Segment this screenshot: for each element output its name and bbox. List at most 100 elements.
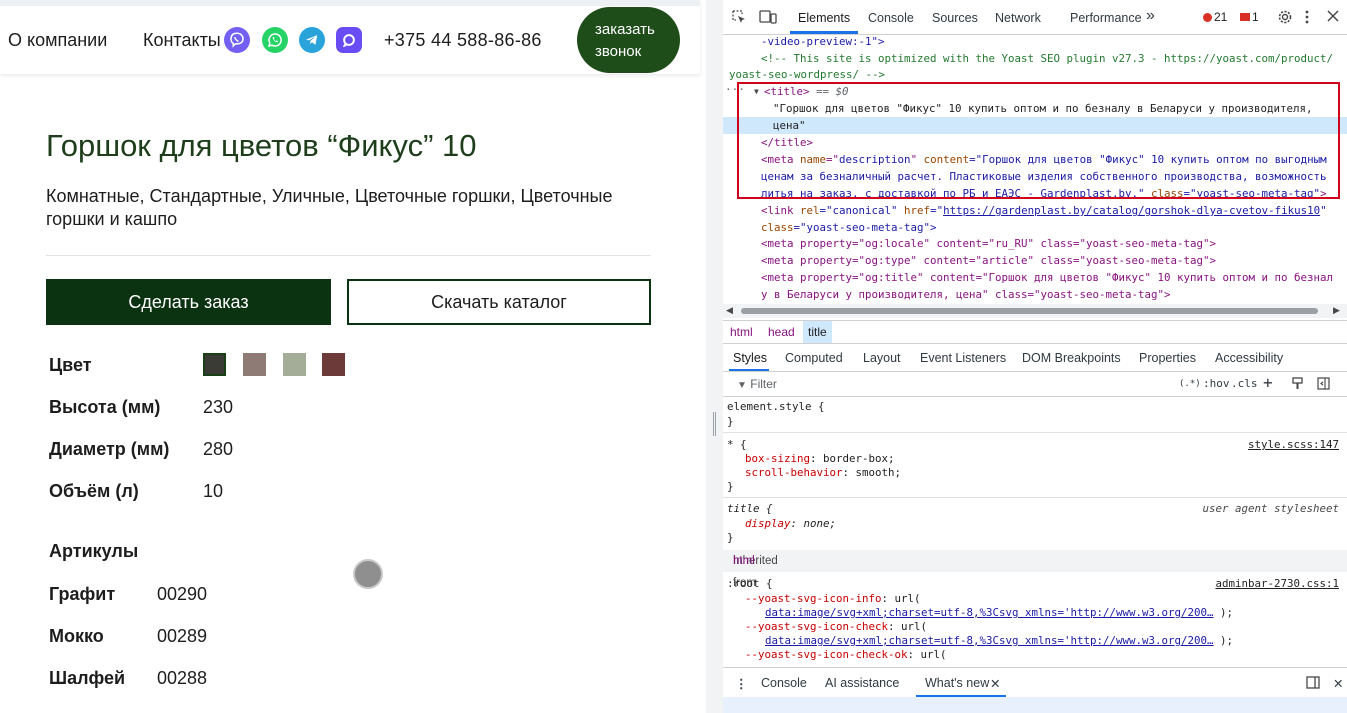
divider [46, 255, 651, 256]
callback-request-button[interactable]: заказать звонок [577, 7, 680, 73]
meta-og-title-tag[interactable]: <meta property="og:title" content="Горшо… [761, 270, 1333, 287]
tab-sources[interactable]: Sources [932, 11, 978, 25]
issue-icon [1240, 13, 1250, 21]
universal-selector[interactable]: * { [727, 438, 747, 452]
link-canonical-cont: class="yoast-seo-meta-tag"> [761, 221, 937, 234]
css-declaration[interactable]: scroll-behavior: smooth; [745, 466, 901, 480]
phone-number-link[interactable]: +375 44 588-86-86 [384, 30, 542, 51]
html-comment: <!-- This site is optimized with the Yoa… [761, 52, 1334, 65]
inherited-from-link[interactable]: html [733, 550, 755, 572]
link-canonical-tag[interactable]: <link rel="canonical" href="https://gard… [761, 203, 1327, 220]
spec-value-height: 230 [203, 397, 234, 417]
user-agent-source: user agent stylesheet [1202, 502, 1339, 515]
css-declaration[interactable]: box-sizing: border-box; [745, 452, 895, 466]
article-code-sage: 00288 [157, 668, 208, 688]
inspect-element-icon[interactable] [731, 9, 747, 28]
class-toggle[interactable]: .cls [1231, 377, 1258, 390]
drawer-tab-ai-assistance[interactable]: AI assistance [825, 676, 899, 690]
tab-computed[interactable]: Computed [785, 351, 843, 365]
telegram-icon[interactable] [299, 27, 325, 53]
paint-brush-icon[interactable] [1291, 377, 1304, 393]
max-messenger-icon[interactable] [336, 27, 362, 53]
meta-og-type-tag[interactable]: <meta property="og:type" content="articl… [761, 253, 1216, 270]
color-swatch-burgundy[interactable] [322, 353, 345, 376]
scroll-right-icon[interactable]: ▶ [1333, 305, 1340, 316]
devtools-panel: Elements Console Sources Network Perform… [723, 0, 1347, 713]
download-catalog-button[interactable]: Скачать каталог [347, 279, 651, 325]
more-tabs-icon[interactable]: » [1146, 7, 1155, 25]
meta-og-locale-tag[interactable]: <meta property="og:locale" content="ru_R… [761, 236, 1216, 253]
device-toolbar-icon[interactable] [759, 9, 777, 28]
error-count: 21 [1214, 10, 1228, 24]
css-custom-property[interactable]: --yoast-svg-icon-check-ok: url( [745, 648, 947, 662]
meta-og-title-cont: у в Беларуси у производителя, цена" clas… [761, 288, 1171, 301]
tab-accessibility[interactable]: Accessibility [1215, 351, 1283, 365]
title-selector[interactable]: title { [727, 502, 773, 516]
rule-source-link[interactable]: style.scss:147 [1248, 438, 1339, 452]
rule-source-link[interactable]: adminbar-2730.css:1 [1215, 577, 1339, 591]
css-declaration[interactable]: display: none; [745, 517, 836, 531]
breadcrumb-title[interactable]: title [803, 321, 832, 343]
breadcrumb-head[interactable]: head [763, 321, 800, 343]
code-line: -video-preview:-1"> [761, 35, 885, 48]
css-custom-property[interactable]: --yoast-svg-icon-info: url( [745, 592, 921, 606]
tab-performance[interactable]: Performance [1070, 11, 1142, 25]
nav-link-about[interactable]: О компании [8, 30, 107, 51]
order-button[interactable]: Сделать заказ [46, 279, 331, 325]
article-name-sage: Шалфей [49, 668, 126, 688]
breadcrumb-html[interactable]: html [725, 321, 758, 343]
css-data-url[interactable]: data:image/svg+xml;charset=utf-8,%3Csvg … [765, 634, 1233, 648]
product-categories[interactable]: Комнатные, Стандартные, Уличные, Цветочн… [46, 185, 646, 231]
whatsapp-icon[interactable] [262, 27, 288, 53]
spec-value-diameter: 280 [203, 439, 234, 459]
issue-count-badge[interactable]: 1 [1240, 10, 1259, 24]
css-data-url[interactable]: data:image/svg+xml;charset=utf-8,%3Csvg … [765, 606, 1233, 620]
tab-event-listeners[interactable]: Event Listeners [920, 351, 1006, 365]
color-swatch-graphite[interactable] [203, 353, 226, 376]
drawer-menu-icon[interactable]: ⋮ [735, 676, 748, 691]
root-selector[interactable]: :root { [727, 577, 773, 591]
spec-label-height: Высота (мм) [49, 397, 161, 417]
tab-styles[interactable]: Styles [733, 351, 767, 365]
more-options-icon[interactable] [1304, 9, 1310, 28]
tab-console[interactable]: Console [868, 11, 914, 25]
close-tab-icon[interactable]: ✕ [990, 676, 1000, 691]
toggle-sidebar-icon[interactable] [1317, 377, 1330, 393]
spec-label-diameter: Диаметр (мм) [49, 439, 170, 459]
canonical-url-link[interactable]: https://gardenplast.by/catalog/gorshok-d… [943, 204, 1320, 217]
tab-layout[interactable]: Layout [863, 351, 901, 365]
rule-close-brace: } [727, 415, 734, 428]
error-count-badge[interactable]: 21 [1203, 10, 1227, 24]
red-annotation-box [737, 82, 1340, 199]
new-rule-icon[interactable]: + [1263, 373, 1273, 392]
callback-label-line2: звонок [595, 43, 642, 60]
dock-side-icon[interactable] [1306, 676, 1320, 692]
hover-state-toggle[interactable]: :hov [1203, 377, 1230, 390]
styles-rules-list: element.style { } * { style.scss:147 box… [723, 396, 1347, 666]
scroll-left-icon[interactable]: ◀ [726, 305, 733, 316]
filter-input[interactable]: ▼ Filter [737, 377, 777, 391]
devtools-resize-handle[interactable] [706, 0, 723, 713]
devtools-tab-bar: Elements Console Sources Network Perform… [723, 0, 1347, 35]
nav-link-contacts[interactable]: Контакты [143, 30, 221, 51]
horizontal-scrollbar[interactable]: ◀ ▶ [723, 304, 1347, 318]
css-custom-property[interactable]: --yoast-svg-icon-check: url( [745, 620, 927, 634]
color-swatch-sage[interactable] [283, 353, 306, 376]
styles-tab-bar: Styles Computed Layout Event Listeners D… [723, 343, 1347, 372]
tab-network[interactable]: Network [995, 11, 1041, 25]
tab-properties[interactable]: Properties [1139, 351, 1196, 365]
tab-dom-breakpoints[interactable]: DOM Breakpoints [1022, 351, 1121, 365]
close-drawer-icon[interactable]: ✕ [1333, 676, 1343, 691]
color-swatch-mocha[interactable] [243, 353, 266, 376]
tab-elements[interactable]: Elements [798, 11, 850, 25]
close-devtools-icon[interactable] [1327, 9, 1339, 25]
viber-icon[interactable] [224, 27, 250, 53]
drawer-tab-whats-new[interactable]: What's new [925, 676, 989, 690]
drawer-tab-console[interactable]: Console [761, 676, 807, 690]
element-style-selector[interactable]: element.style { [727, 400, 825, 414]
drawer-tab-bar: ⋮ Console AI assistance What's new ✕ ✕ [723, 667, 1347, 698]
regex-toggle[interactable]: (.*) [1179, 379, 1201, 389]
scrollbar-thumb[interactable] [741, 308, 1318, 314]
settings-gear-icon[interactable] [1277, 9, 1293, 28]
article-code-graphite: 00290 [157, 584, 208, 604]
